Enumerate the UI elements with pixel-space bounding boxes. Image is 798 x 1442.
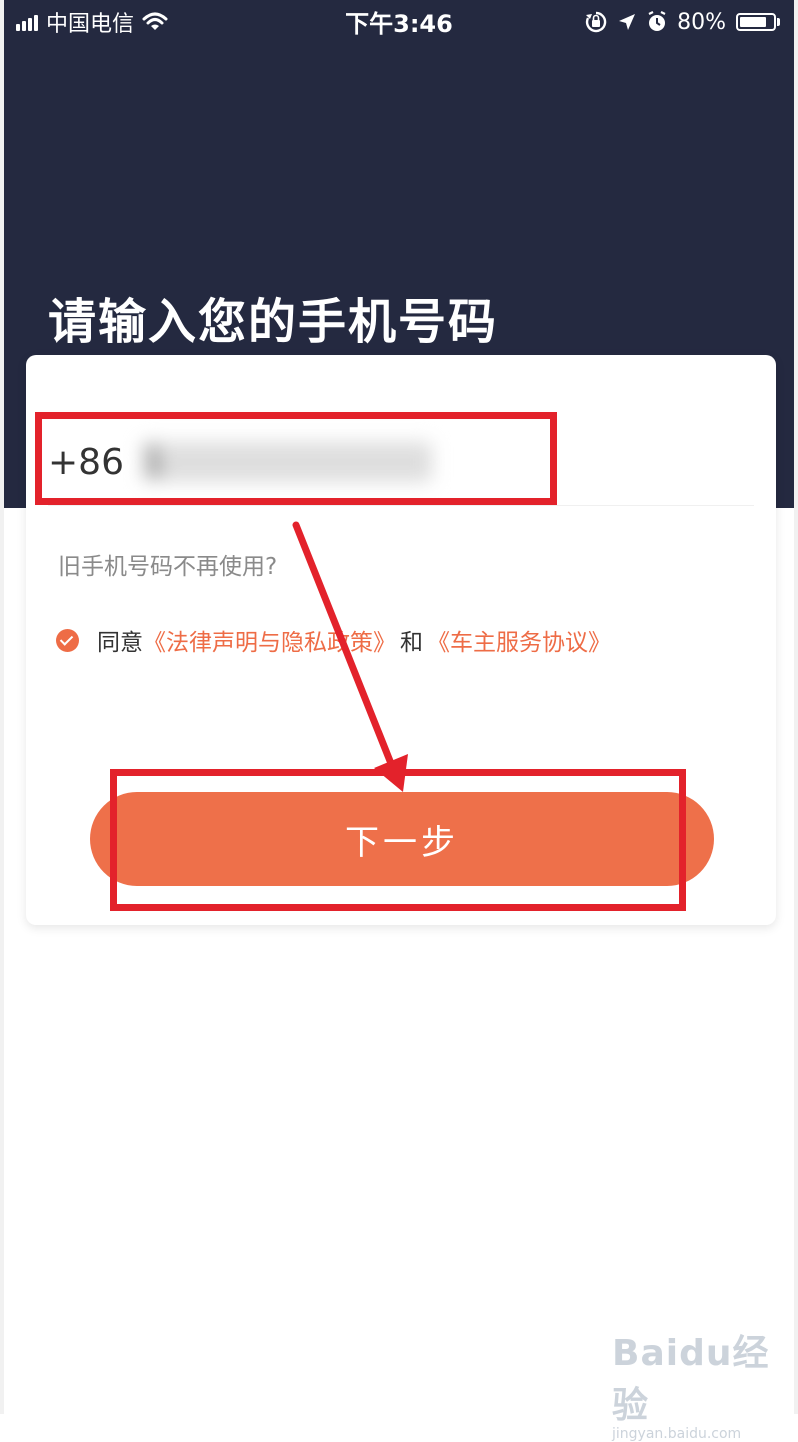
watermark-logo: Baidu经验 (612, 1333, 770, 1426)
annotation-arrow (292, 521, 408, 792)
watermark-url: jingyan.baidu.com (612, 1426, 742, 1442)
watermark: Baidu经验 jingyan.baidu.com (612, 1324, 798, 1442)
